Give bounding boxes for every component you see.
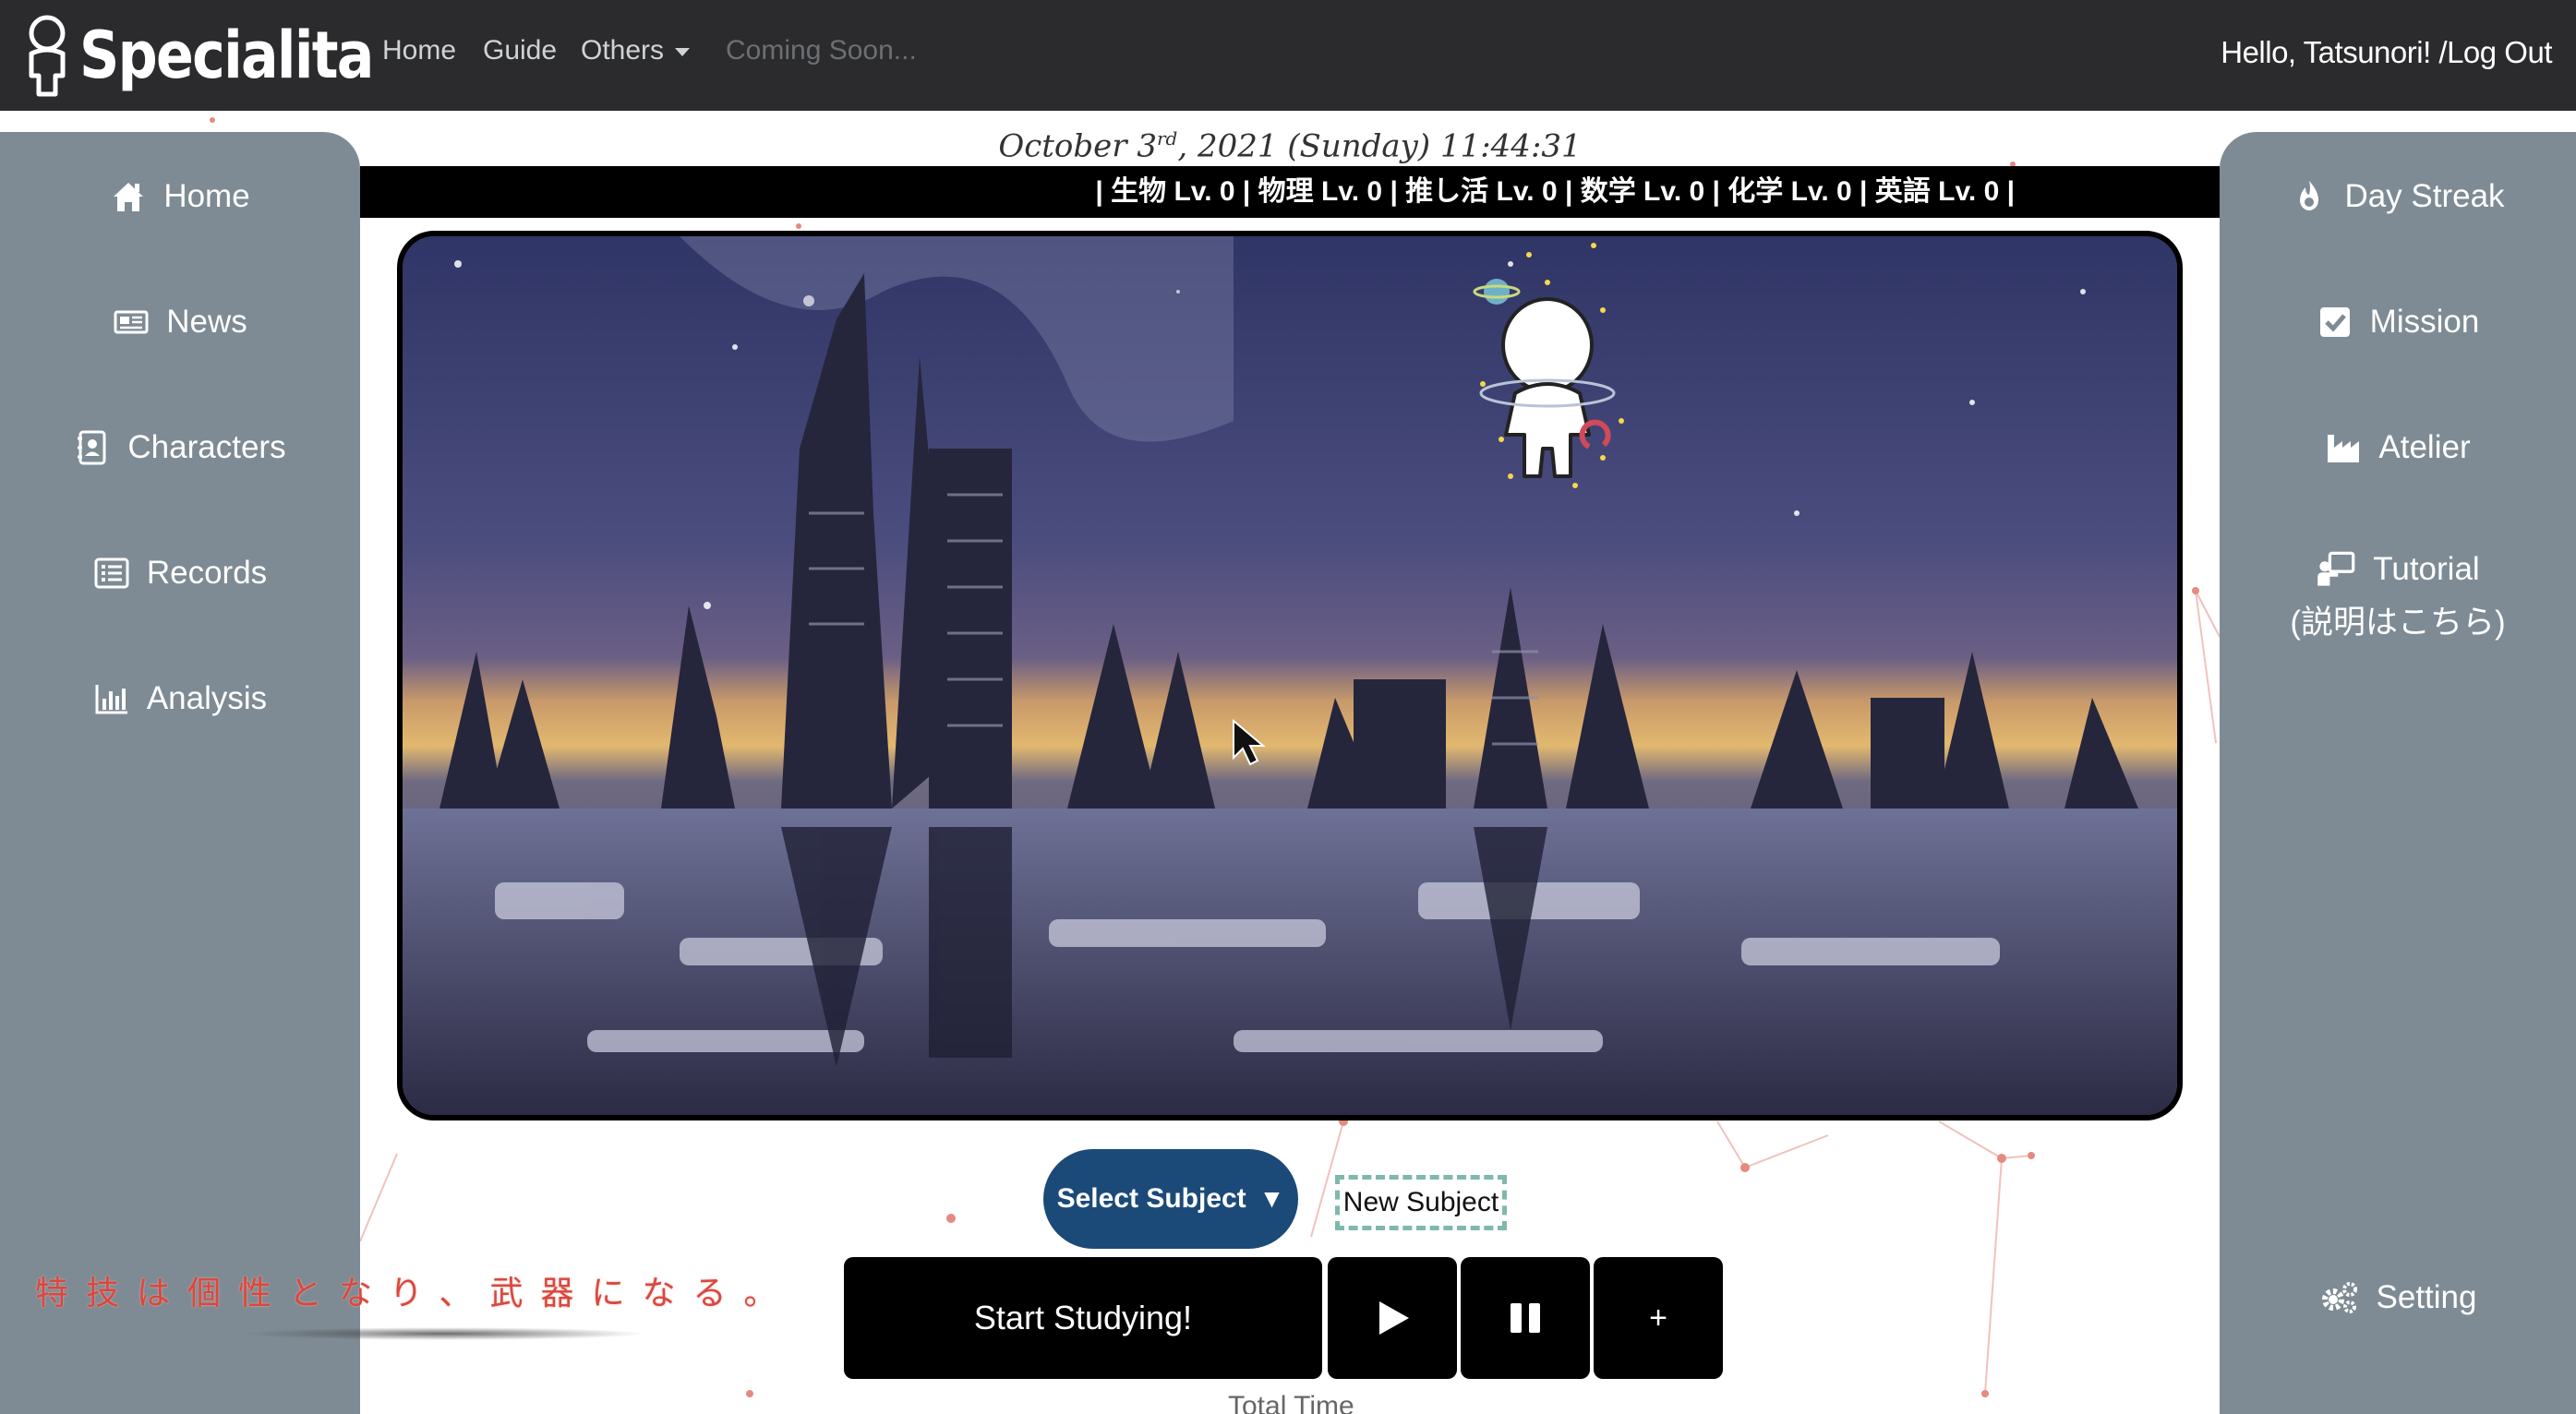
datetime-month-day: October 3 <box>998 127 1157 164</box>
sidebar-item-tutorial[interactable]: Tutorial (説明はこちら) <box>2220 536 2576 656</box>
subject-levels-bar: | 生物 Lv. 0 | 物理 Lv. 0 | 推し活 Lv. 0 | 数学 L… <box>360 166 2220 218</box>
sidebar-item-news[interactable]: News <box>0 294 360 350</box>
nav-others-dropdown[interactable]: Others <box>581 35 690 66</box>
add-time-button[interactable]: + <box>1594 1257 1723 1379</box>
current-datetime: October 3rd, 2021 (Sunday) 11:44:31 <box>360 111 2220 164</box>
nav-coming-soon-link: Coming Soon... <box>726 35 917 66</box>
select-subject-button[interactable]: Select Subject ▼ <box>1043 1149 1298 1249</box>
person-logo-icon <box>20 11 74 100</box>
slogan-shadow <box>240 1327 646 1340</box>
chevron-down-icon <box>675 48 690 56</box>
list-icon <box>93 555 130 592</box>
datetime-ordinal-suffix: rd <box>1157 127 1177 150</box>
city-night-illustration <box>397 231 2183 1120</box>
sidebar-item-day-streak[interactable]: Day Streak <box>2220 169 2576 224</box>
nav-others-label: Others <box>581 35 664 66</box>
play-button[interactable] <box>1328 1257 1457 1379</box>
sidebar-label-characters: Characters <box>127 429 285 466</box>
factory-icon <box>2325 429 2362 466</box>
sidebar-item-mission[interactable]: Mission <box>2220 294 2576 350</box>
sidebar-label-news: News <box>166 304 247 341</box>
sidebar-label-tutorial: Tutorial <box>2373 543 2479 596</box>
sidebar-label-analysis: Analysis <box>147 680 267 717</box>
slogan-text: 特技は個性となり、武器になる。 <box>35 1266 794 1314</box>
checkbox-icon <box>2317 304 2353 341</box>
greeting-logout-link[interactable]: Hello, Tatsunori! /Log Out <box>2221 35 2552 70</box>
sidebar-item-characters[interactable]: Characters <box>0 420 360 475</box>
sidebar-item-setting[interactable]: Setting <box>2220 1270 2576 1325</box>
top-navbar: Specialita Home Guide Others Coming Soon… <box>0 0 2576 111</box>
brand-logo[interactable]: Specialita <box>20 11 420 100</box>
right-sidebar: Day Streak Mission Atelier Tutorial (説明は… <box>2220 132 2576 1414</box>
tutorial-text-block: Tutorial (説明はこちら) <box>2290 543 2505 650</box>
pause-icon <box>1505 1298 1546 1338</box>
sidebar-item-records[interactable]: Records <box>0 545 360 601</box>
tutorial-heading: Tutorial <box>2290 543 2505 596</box>
start-studying-button[interactable]: Start Studying! <box>844 1257 1322 1379</box>
datetime-rest: , 2021 (Sunday) 11:44:31 <box>1177 127 1581 164</box>
new-subject-button[interactable]: New Subject <box>1335 1175 1507 1230</box>
home-icon <box>110 178 147 215</box>
sidebar-label-records: Records <box>147 555 267 592</box>
chalkboard-teacher-icon <box>2316 549 2356 590</box>
newspaper-icon <box>113 304 150 341</box>
sidebar-label-home: Home <box>163 178 249 215</box>
contact-book-icon <box>74 429 111 466</box>
sidebar-item-atelier[interactable]: Atelier <box>2220 420 2576 475</box>
pause-button[interactable] <box>1461 1257 1590 1379</box>
brand-name: Specialita <box>79 18 373 93</box>
sidebar-label-setting: Setting <box>2377 1279 2477 1316</box>
sidebar-item-home[interactable]: Home <box>0 169 360 224</box>
sidebar-label-day-streak: Day Streak <box>2344 178 2504 215</box>
sidebar-label-atelier: Atelier <box>2378 429 2470 466</box>
left-sidebar: Home News Characters Records Analysis <box>0 132 360 1414</box>
fire-icon <box>2291 178 2328 215</box>
nav-guide-link[interactable]: Guide <box>483 35 557 66</box>
sidebar-sublabel-tutorial: (説明はこちら) <box>2290 596 2505 650</box>
nav-home-link[interactable]: Home <box>382 35 456 66</box>
chevron-down-icon: ▼ <box>1259 1184 1285 1214</box>
bar-chart-icon <box>93 680 130 717</box>
select-subject-label: Select Subject <box>1057 1183 1246 1215</box>
play-icon <box>1372 1298 1413 1338</box>
total-time-label: Total Time <box>1228 1383 1354 1414</box>
sidebar-label-mission: Mission <box>2370 304 2480 341</box>
gears-icon <box>2319 1279 2360 1316</box>
city-night-scene <box>403 236 2177 1115</box>
sidebar-item-analysis[interactable]: Analysis <box>0 671 360 726</box>
